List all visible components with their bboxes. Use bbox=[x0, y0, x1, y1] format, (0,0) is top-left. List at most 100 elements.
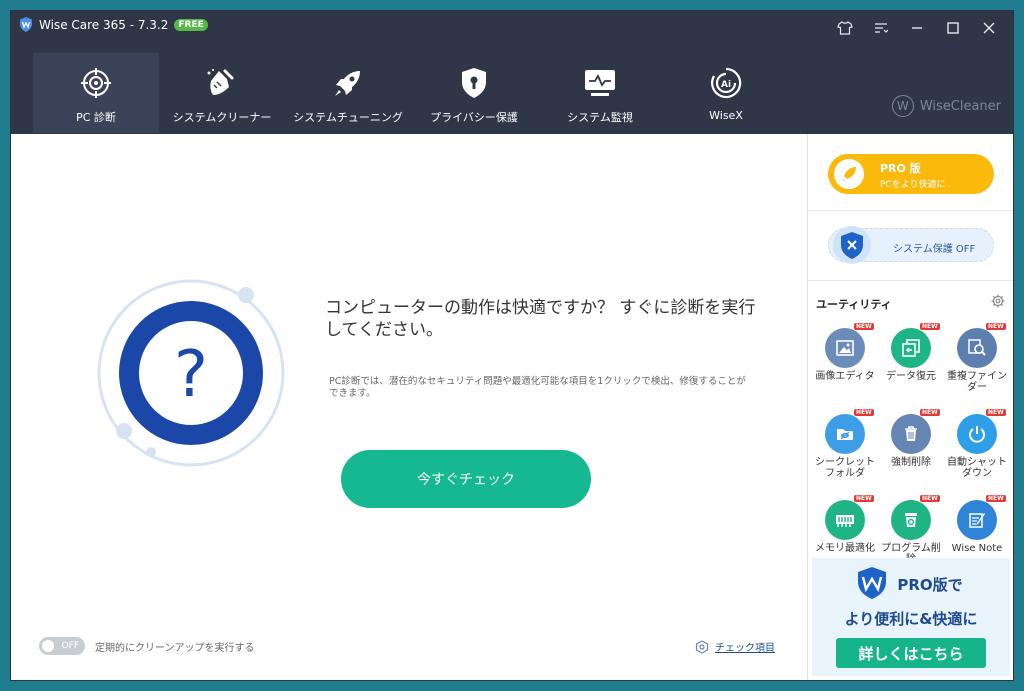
utilities-grid: NEW 画像エディタ NEW データ復元 NEW 重複ファインダー NEW シー… bbox=[812, 314, 1010, 568]
utility-memory-optimizer[interactable]: NEW メモリ最適化 bbox=[812, 486, 878, 568]
target-icon bbox=[81, 68, 111, 98]
utility-label: データ復元 bbox=[886, 371, 936, 382]
menu-icon bbox=[875, 23, 888, 33]
tab-system-tuning[interactable]: システムチューニング bbox=[285, 53, 411, 133]
hidden-folder-icon bbox=[837, 429, 853, 440]
auto-cleanup-label: 定期的にクリーンアップを実行する bbox=[95, 642, 255, 654]
shield-lock-icon bbox=[462, 68, 486, 98]
rocket-icon bbox=[842, 167, 856, 181]
note-icon bbox=[969, 513, 985, 528]
utility-label: 重複ファインダー bbox=[947, 371, 1007, 393]
new-badge: NEW bbox=[986, 495, 1006, 502]
utility-icon-bg bbox=[825, 414, 865, 454]
utility-icon-bg bbox=[957, 328, 997, 368]
tab-system-cleaner[interactable]: システムクリーナー bbox=[159, 53, 285, 133]
auto-cleanup-setting: OFF 定期的にクリーンアップを実行する bbox=[39, 637, 255, 655]
utility-image-editor[interactable]: NEW 画像エディタ bbox=[812, 314, 878, 396]
tab-wisex[interactable]: Ai WiseX bbox=[663, 53, 789, 133]
app-logo-icon bbox=[20, 17, 32, 32]
diagnosis-illustration: ? bbox=[97, 279, 285, 467]
main-panel: ? コンピューターの動作は快適ですか？ すぐに診断を実行してください。 PC診断… bbox=[11, 134, 807, 680]
utility-icon-bg bbox=[957, 500, 997, 540]
new-badge: NEW bbox=[854, 495, 874, 502]
pro-subtitle: PCをより快適に bbox=[880, 180, 946, 190]
close-icon bbox=[983, 22, 995, 34]
minimize-button[interactable] bbox=[899, 15, 935, 41]
utility-label: 強制削除 bbox=[891, 457, 931, 468]
utility-icon-bg bbox=[891, 414, 931, 454]
system-protection-button[interactable]: システム保護 OFF bbox=[828, 226, 994, 264]
wisex-ai-icon: Ai bbox=[711, 67, 742, 99]
tab-icon-wrap: Ai bbox=[710, 61, 742, 105]
new-badge: NEW bbox=[986, 323, 1006, 330]
free-badge: FREE bbox=[174, 18, 208, 31]
utility-data-recovery[interactable]: NEW データ復元 bbox=[878, 314, 944, 396]
check-items-link-wrap: チェック項目 bbox=[695, 639, 775, 654]
tab-icon-wrap bbox=[205, 61, 239, 105]
question-mark: ? bbox=[174, 338, 208, 412]
search-duplicate-icon bbox=[968, 339, 986, 356]
tab-icon-wrap bbox=[460, 61, 488, 105]
utility-secret-folder[interactable]: NEW シークレットフォルダ bbox=[812, 400, 878, 482]
check-items-link[interactable]: チェック項目 bbox=[715, 639, 775, 654]
learn-more-button[interactable]: 詳しくはこちら bbox=[836, 638, 986, 668]
brand-name: WiseCleaner bbox=[919, 98, 1001, 114]
tab-label: システム監視 bbox=[567, 111, 633, 124]
broom-icon bbox=[207, 69, 234, 95]
tab-label: PC 診断 bbox=[76, 111, 116, 124]
uninstall-icon bbox=[905, 513, 917, 527]
new-badge: NEW bbox=[854, 323, 874, 330]
utility-icon-bg bbox=[891, 328, 931, 368]
banner-line-1: PRO版で bbox=[897, 576, 963, 594]
close-button[interactable] bbox=[971, 15, 1007, 41]
pro-promo-banner[interactable]: PRO版で より便利に&快適に 詳しくはこちら bbox=[812, 558, 1010, 676]
app-title: Wise Care 365 - 7.3.2 bbox=[39, 17, 169, 32]
gear-icon[interactable] bbox=[991, 294, 1005, 308]
system-protection-label: システム保護 OFF bbox=[893, 244, 976, 255]
hexagon-gear-icon bbox=[695, 639, 709, 654]
utility-uninstaller[interactable]: NEW プログラム削除 bbox=[878, 486, 944, 568]
auto-cleanup-toggle[interactable]: OFF bbox=[39, 637, 85, 655]
image-icon bbox=[836, 340, 854, 356]
tab-label: WiseX bbox=[709, 109, 743, 122]
new-badge: NEW bbox=[920, 495, 940, 502]
utility-icon-bg bbox=[825, 328, 865, 368]
utility-label: シークレットフォルダ bbox=[815, 457, 875, 479]
utility-duplicate-finder[interactable]: NEW 重複ファインダー bbox=[944, 314, 1010, 396]
memory-icon bbox=[836, 515, 854, 527]
utility-auto-shutdown[interactable]: NEW 自動シャットダウン bbox=[944, 400, 1010, 482]
tab-privacy[interactable]: プライバシー保護 bbox=[411, 53, 537, 133]
new-badge: NEW bbox=[854, 409, 874, 416]
maximize-button[interactable] bbox=[935, 15, 971, 41]
banner-line-2: より便利に&快適に bbox=[844, 610, 978, 628]
tab-system-monitor[interactable]: システム監視 bbox=[537, 53, 663, 133]
tab-label: プライバシー保護 bbox=[430, 111, 518, 124]
new-badge: NEW bbox=[920, 409, 940, 416]
tab-label: システムチューニング bbox=[293, 111, 403, 124]
menu-button[interactable] bbox=[863, 15, 899, 41]
pro-upgrade-button[interactable]: PRO 版 PCをより快適に bbox=[828, 154, 994, 194]
utility-force-delete[interactable]: NEW 強制削除 bbox=[878, 400, 944, 482]
title-bar: Wise Care 365 - 7.3.2 FREE bbox=[11, 11, 1013, 45]
app-window: Wise Care 365 - 7.3.2 FREE PC 診断 システムクリー… bbox=[10, 10, 1014, 681]
tab-icon-wrap bbox=[332, 61, 364, 105]
window-controls bbox=[827, 15, 1007, 41]
tab-pc-diagnosis[interactable]: PC 診断 bbox=[33, 53, 159, 133]
utility-icon-bg bbox=[891, 500, 931, 540]
svg-text:Ai: Ai bbox=[721, 80, 731, 90]
utility-label: 画像エディタ bbox=[815, 371, 875, 382]
new-badge: NEW bbox=[920, 323, 940, 330]
check-now-button[interactable]: 今すぐチェック bbox=[341, 450, 591, 508]
pro-badge-circle bbox=[834, 159, 864, 189]
skin-button[interactable] bbox=[827, 15, 863, 41]
utility-wise-note[interactable]: NEW Wise Note bbox=[944, 486, 1010, 568]
maximize-icon bbox=[947, 22, 959, 34]
minimize-icon bbox=[912, 27, 922, 29]
shield-x-icon bbox=[833, 226, 871, 264]
pro-title: PRO 版 bbox=[880, 162, 921, 175]
tab-icon-wrap bbox=[80, 61, 112, 105]
utility-icon-bg bbox=[957, 414, 997, 454]
rocket-icon bbox=[335, 71, 360, 96]
divider bbox=[808, 210, 1013, 211]
restore-icon bbox=[902, 339, 920, 357]
